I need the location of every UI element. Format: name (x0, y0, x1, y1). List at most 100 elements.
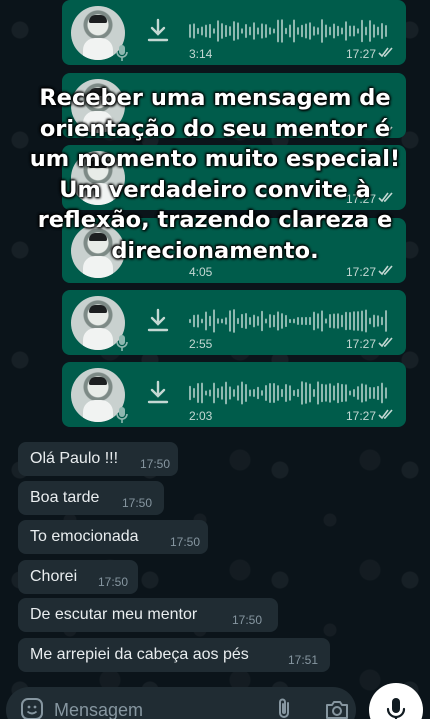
waveform-bar (289, 24, 291, 38)
message-time: 17:27 (345, 265, 376, 279)
message-composer[interactable]: Mensagem (6, 687, 356, 719)
waveform-bar (333, 313, 335, 329)
waveform-bar (345, 311, 347, 331)
waveform-bar (193, 314, 195, 328)
waveform-bar (337, 382, 339, 404)
audio-message[interactable]: 3:14 17:27 (62, 0, 406, 65)
waveform-bar (385, 24, 387, 38)
waveform-bar (237, 385, 239, 401)
waveform-bar (285, 383, 287, 403)
waveform-bar (197, 27, 199, 35)
waveform-bar (373, 314, 375, 328)
waveform-bar (301, 24, 303, 38)
waveform-bar (237, 22, 239, 40)
waveform-bar (353, 311, 355, 331)
download-icon[interactable] (147, 18, 169, 44)
incoming-message[interactable]: To emocionada 17:50 (18, 520, 208, 554)
audio-duration: 3:14 (189, 47, 213, 61)
waveform-bar (233, 309, 235, 333)
waveform-bar (317, 27, 319, 35)
waveform-bar (305, 23, 307, 39)
download-icon[interactable] (147, 380, 169, 406)
waveform-bar (297, 27, 299, 35)
waveform-bar (301, 381, 303, 405)
incoming-message[interactable]: Me arrepiei da cabeça aos pés 17:51 (18, 638, 330, 672)
waveform-bar (365, 309, 367, 333)
waveform-bar (381, 22, 383, 40)
waveform-bar (369, 20, 371, 42)
read-ticks-icon (378, 47, 393, 58)
waveform-bar (277, 385, 279, 401)
waveform-bar (293, 19, 295, 43)
waveform-bar (325, 384, 327, 402)
waveform-bar (333, 23, 335, 39)
waveform-bar (317, 381, 319, 405)
waveform-bar (269, 314, 271, 328)
incoming-message[interactable]: Boa tarde 17:50 (18, 481, 164, 515)
caption-line: reflexão, trazendo clareza e (37, 207, 393, 233)
waveform[interactable] (189, 17, 389, 45)
waveform-bar (309, 22, 311, 40)
message-text: De escutar meu mentor (30, 606, 198, 623)
waveform-bar (349, 312, 351, 330)
audio-duration: 4:05 (189, 265, 213, 279)
attach-icon[interactable] (274, 697, 294, 719)
waveform-bar (357, 311, 359, 331)
waveform-bar (325, 318, 327, 324)
waveform-bar (245, 384, 247, 402)
waveform-bar (377, 385, 379, 401)
waveform-bar (257, 386, 259, 400)
download-icon[interactable] (147, 308, 169, 334)
waveform-bar (269, 27, 271, 35)
message-time: 17:50 (122, 496, 153, 510)
waveform[interactable] (189, 379, 389, 407)
waveform-bar (241, 28, 243, 34)
waveform[interactable] (189, 307, 389, 335)
audio-message[interactable]: 2:03 17:27 (62, 362, 406, 427)
waveform-bar (365, 26, 367, 36)
waveform-bar (257, 27, 259, 35)
waveform-bar (261, 23, 263, 39)
mic-icon (116, 407, 128, 423)
waveform-bar (353, 389, 355, 397)
message-time: 17:27 (345, 409, 376, 423)
message-text: To emocionada (30, 528, 139, 545)
waveform-bar (277, 311, 279, 331)
waveform-bar (209, 315, 211, 327)
waveform-bar (233, 21, 235, 41)
waveform-bar (209, 389, 211, 397)
waveform-bar (377, 315, 379, 327)
waveform-bar (237, 317, 239, 325)
incoming-message[interactable]: De escutar meu mentor 17:50 (18, 598, 278, 632)
waveform-bar (213, 28, 215, 34)
waveform-bar (341, 314, 343, 328)
incoming-message[interactable]: Chorei 17:50 (18, 560, 138, 594)
waveform-bar (281, 19, 283, 43)
audio-message[interactable]: 2:55 17:27 (62, 290, 406, 355)
microphone-icon (386, 698, 406, 719)
waveform-bar (241, 381, 243, 405)
caption-line: Receber uma mensagem de (39, 85, 391, 111)
waveform-bar (357, 28, 359, 34)
read-ticks-icon (378, 409, 393, 420)
waveform-bar (213, 309, 215, 333)
waveform-bar (381, 316, 383, 326)
camera-icon[interactable] (324, 699, 350, 719)
message-input[interactable]: Mensagem (54, 700, 143, 719)
waveform-bar (213, 382, 215, 404)
waveform-bar (313, 388, 315, 398)
incoming-message[interactable]: Olá Paulo !!! 17:50 (18, 442, 178, 476)
waveform-bar (357, 386, 359, 400)
waveform-bar (381, 382, 383, 404)
waveform-bar (385, 310, 387, 332)
waveform-bar (293, 318, 295, 324)
waveform-bar (345, 384, 347, 402)
waveform-bar (377, 26, 379, 36)
waveform-bar (253, 314, 255, 328)
message-text: Chorei (30, 568, 78, 585)
waveform-bar (321, 310, 323, 332)
waveform-bar (225, 381, 227, 405)
waveform-bar (289, 385, 291, 401)
waveform-bar (337, 25, 339, 37)
emoji-icon[interactable] (20, 697, 44, 719)
